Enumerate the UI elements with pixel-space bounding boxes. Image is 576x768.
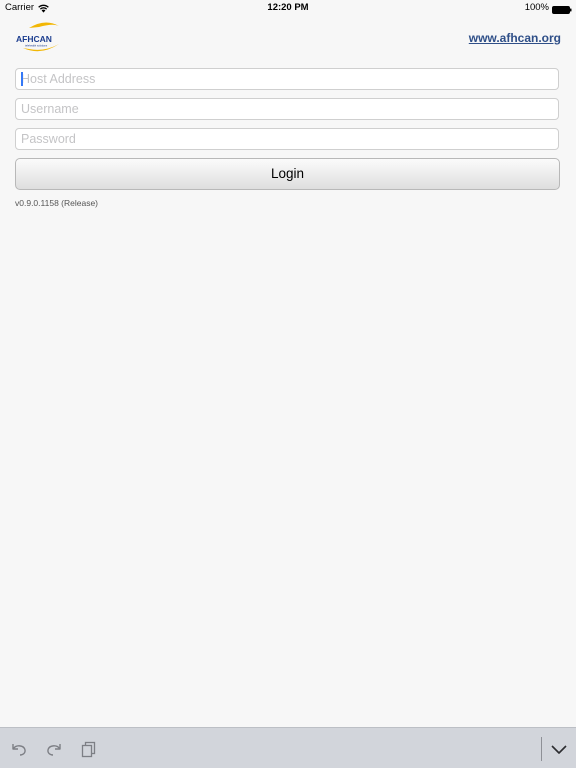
battery-icon bbox=[552, 4, 572, 14]
username-input[interactable] bbox=[15, 98, 559, 120]
password-input[interactable] bbox=[15, 128, 559, 150]
afhcan-logo: AFHCAN telehealth solutions bbox=[15, 20, 63, 56]
undo-icon bbox=[12, 744, 26, 756]
host-address-input[interactable] bbox=[15, 68, 559, 90]
afhcan-website-link[interactable]: www.afhcan.org bbox=[469, 31, 561, 45]
text-caret bbox=[21, 72, 23, 86]
login-button[interactable]: Login bbox=[15, 158, 560, 190]
paste-button[interactable] bbox=[79, 739, 99, 759]
keyboard-dismiss-icon bbox=[551, 745, 567, 754]
status-right: 100% bbox=[525, 0, 572, 16]
redo-button[interactable] bbox=[44, 739, 64, 759]
undo-button[interactable] bbox=[9, 739, 29, 759]
version-label: v0.9.0.1158 (Release) bbox=[15, 198, 99, 208]
status-bar: Carrier 12:20 PM 100% bbox=[0, 0, 576, 16]
logo-subtext: telehealth solutions bbox=[25, 44, 48, 48]
logo-text: AFHCAN bbox=[16, 34, 52, 44]
keyboard-accessory-bar bbox=[0, 727, 576, 768]
app-screen: Carrier 12:20 PM 100% AFHCAN telehealth … bbox=[0, 0, 576, 768]
status-time: 12:20 PM bbox=[267, 2, 309, 13]
accessory-divider bbox=[541, 737, 542, 761]
dismiss-keyboard-button[interactable] bbox=[549, 739, 569, 759]
battery-percent: 100% bbox=[524, 2, 549, 13]
redo-icon bbox=[47, 744, 61, 756]
paste-icon bbox=[81, 741, 96, 758]
header: AFHCAN telehealth solutions www.afhcan.o… bbox=[0, 16, 576, 64]
